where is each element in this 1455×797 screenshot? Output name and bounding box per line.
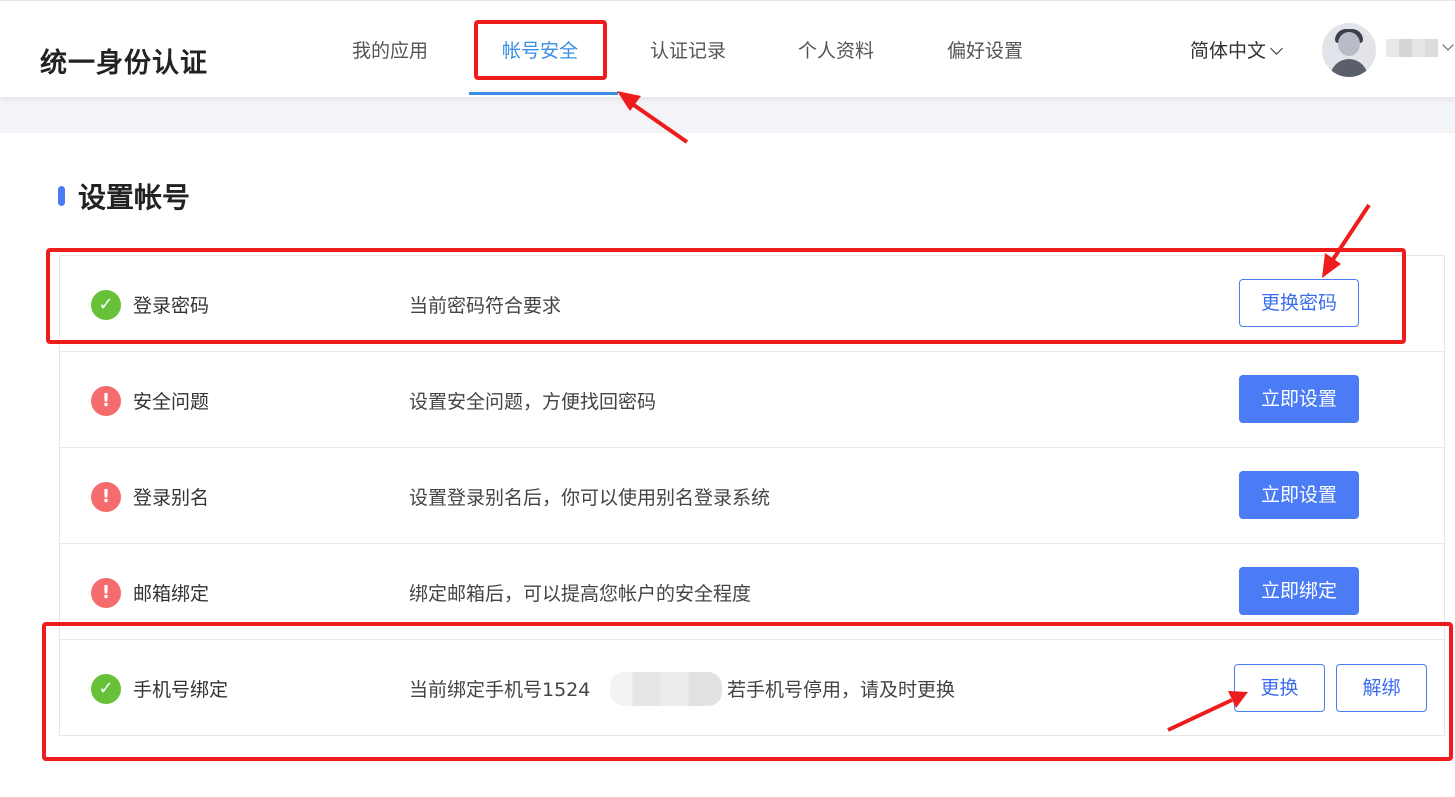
chevron-down-icon	[1270, 42, 1283, 55]
row-description: 绑定邮箱后，可以提高您帐户的安全程度	[409, 583, 752, 605]
set-login-alias-button[interactable]: 立即设置	[1239, 471, 1359, 519]
row-login-password: ✓ 登录密码 当前密码符合要求 更换密码	[60, 256, 1444, 352]
language-label: 简体中文	[1190, 40, 1267, 62]
row-label: 安全问题	[133, 391, 210, 413]
row-description: 设置安全问题，方便找回密码	[409, 391, 657, 413]
top-nav-bar: 统一身份认证 我的应用 帐号安全 认证记录 个人资料 偏好设置 简体中文	[0, 0, 1455, 97]
row-login-alias: ! 登录别名 设置登录别名后，你可以使用别名登录系统 立即设置	[60, 448, 1444, 544]
user-avatar-icon[interactable]	[1322, 23, 1376, 77]
bind-email-button[interactable]: 立即绑定	[1239, 567, 1359, 615]
change-password-button[interactable]: 更换密码	[1239, 279, 1359, 327]
tab-preferences[interactable]: 偏好设置	[947, 36, 1023, 63]
exclamation-circle-icon: !	[91, 482, 121, 512]
row-label: 手机号绑定	[133, 679, 229, 701]
user-menu-chevron-icon[interactable]	[1442, 39, 1454, 51]
app-logo-title: 统一身份认证	[40, 48, 208, 79]
tab-auth-records[interactable]: 认证记录	[650, 36, 726, 63]
section-title-marker	[58, 186, 65, 206]
section-title: 设置帐号	[58, 176, 190, 216]
check-circle-icon: ✓	[91, 290, 121, 320]
active-tab-indicator	[469, 92, 618, 95]
row-phone-binding: ✓ 手机号绑定 当前绑定手机号1524 若手机号停用，请及时更换 更换 解绑	[60, 640, 1444, 736]
language-selector[interactable]: 简体中文	[1190, 36, 1283, 63]
section-title-text: 设置帐号	[78, 181, 191, 214]
check-circle-icon: ✓	[91, 674, 121, 704]
unbind-phone-button[interactable]: 解绑	[1336, 664, 1427, 712]
row-label: 登录密码	[133, 295, 210, 317]
row-description-suffix: 若手机号停用，请及时更换	[727, 679, 956, 701]
change-phone-button[interactable]: 更换	[1234, 664, 1325, 712]
row-description: 设置登录别名后，你可以使用别名登录系统	[409, 487, 771, 509]
tab-my-apps[interactable]: 我的应用	[352, 36, 428, 63]
header-divider-strip	[0, 97, 1455, 133]
row-description: 当前绑定手机号1524	[409, 679, 591, 701]
account-settings-card: ✓ 登录密码 当前密码符合要求 更换密码 ! 安全问题 设置安全问题，方便找回密…	[59, 255, 1445, 736]
exclamation-circle-icon: !	[91, 386, 121, 416]
row-description: 当前密码符合要求	[409, 295, 562, 317]
exclamation-circle-icon: !	[91, 578, 121, 608]
row-email-binding: ! 邮箱绑定 绑定邮箱后，可以提高您帐户的安全程度 立即绑定	[60, 544, 1444, 640]
row-label: 邮箱绑定	[133, 583, 210, 605]
set-security-question-button[interactable]: 立即设置	[1239, 375, 1359, 423]
username-redacted[interactable]	[1386, 39, 1438, 57]
row-security-question: ! 安全问题 设置安全问题，方便找回密码 立即设置	[60, 352, 1444, 448]
phone-number-redacted	[610, 672, 722, 706]
tab-account-security[interactable]: 帐号安全	[502, 36, 578, 63]
tab-profile[interactable]: 个人资料	[798, 36, 874, 63]
row-label: 登录别名	[133, 487, 210, 509]
